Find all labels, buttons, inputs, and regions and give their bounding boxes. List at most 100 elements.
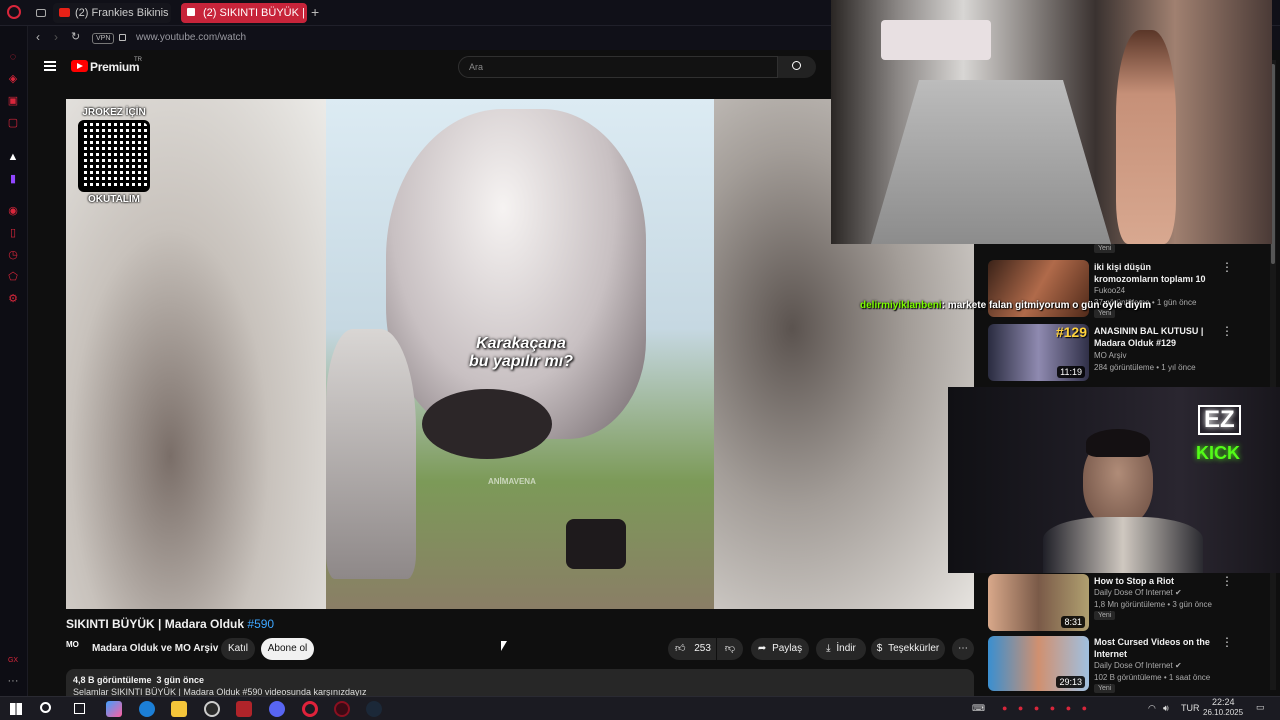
gx-label: GX — [7, 657, 19, 664]
suggestion-2-thumbnail[interactable]: #129 11:19 — [988, 324, 1089, 381]
chat-username: delirmiyiklanbeni — [860, 300, 942, 311]
notification-icon[interactable]: ▭ — [1256, 702, 1265, 713]
reload-icon[interactable]: ↻ — [71, 30, 80, 43]
wifi-icon[interactable]: ◠ — [1148, 703, 1156, 714]
instagram-icon[interactable]: ▢ — [6, 116, 20, 130]
more-icon[interactable]: ··· — [6, 674, 20, 688]
discord-icon[interactable] — [269, 701, 285, 717]
suggestion-3-channel[interactable]: Daily Dose Of Internet ✔ — [1094, 587, 1182, 598]
logo-text: Premium — [90, 60, 140, 74]
opera-logo-icon[interactable] — [7, 5, 21, 19]
settings-icon[interactable]: ⚙ — [6, 292, 20, 306]
suggestion-2-title[interactable]: ANASININ BAL KUTUSU | Madara Olduk #129 — [1094, 325, 1212, 349]
extensions-icon[interactable]: ⬠ — [6, 270, 20, 284]
youtube-logo-icon[interactable] — [71, 60, 88, 72]
tray-icons[interactable]: ● ● ● ● ● ● — [1002, 703, 1091, 713]
suggestion-1-menu-icon[interactable]: ⋮ — [1221, 261, 1233, 273]
opera-gx-taskbar-icon[interactable] — [334, 701, 350, 717]
suggestion-3-badge: Yeni — [1094, 611, 1116, 620]
suggestion-3-title[interactable]: How to Stop a Riot — [1094, 575, 1212, 587]
channel-name[interactable]: Madara Olduk ve MO Arşiv — [92, 643, 218, 654]
clock-date[interactable]: 26.10.2025 — [1203, 708, 1243, 717]
bag-icon[interactable]: ◈ — [6, 72, 20, 86]
keyboard-icon[interactable]: ⌨ — [972, 703, 985, 714]
suggestion-4-menu-icon[interactable]: ⋮ — [1221, 636, 1233, 648]
qr-code-icon — [78, 120, 150, 192]
share-button[interactable]: ➦ Paylaş — [751, 638, 809, 660]
file-explorer-icon[interactable] — [171, 701, 187, 717]
more-actions-button[interactable]: ⋯ — [952, 638, 974, 660]
opera-sidebar: ◌ ◈ ▣ ▢ ▲ ▮ ◉ ▯ ◷ ⬠ ⚙ GX ··· — [0, 26, 28, 696]
suggestion-3-duration: 8:31 — [1061, 616, 1085, 628]
suggestion-4-duration: 29:13 — [1056, 676, 1085, 688]
suggestion-2-duration: 11:19 — [1057, 366, 1085, 378]
description-preview: Selamlar SIKINTI BÜYÜK | Madara Olduk #5… — [73, 687, 367, 696]
suggestion-4-badge: Yeni — [1094, 684, 1116, 693]
menu-icon[interactable] — [44, 61, 56, 71]
description-box[interactable]: 4,8 B görüntüleme 3 gün önce Selamlar SI… — [66, 669, 974, 696]
voicemeeter-icon[interactable] — [236, 701, 252, 717]
suggestion-4-title[interactable]: Most Cursed Videos on the Internet — [1094, 636, 1212, 660]
clock-time[interactable]: 22:24 — [1212, 697, 1235, 707]
logo-superscript: TR — [134, 57, 142, 63]
back-icon[interactable]: ‹ — [36, 30, 40, 44]
vpn-badge[interactable]: VPN — [92, 33, 115, 44]
cow-body — [386, 109, 646, 439]
download-button[interactable]: ⤓ İndir — [816, 638, 866, 660]
video-title-tag[interactable]: #590 — [247, 617, 274, 631]
suggestion-1-title[interactable]: iki kişi düşün kromozomların toplamı 10 — [1094, 261, 1212, 285]
suggestion-3-menu-icon[interactable]: ⋮ — [1221, 575, 1233, 587]
suggestion-4-meta: 102 B görüntüleme • 1 saat önce — [1094, 673, 1211, 682]
tab-frankies-bikinis[interactable]: (2) Frankies Bikinis 4K Ur — [53, 3, 171, 23]
copilot-icon[interactable] — [106, 701, 122, 717]
neon-sign-ez: EZ — [1198, 405, 1241, 435]
tab-label: (2) SIKINTI BÜYÜK | M — [203, 7, 307, 19]
share-icon: ➦ — [757, 643, 767, 654]
suggestion-4-channel-name: Daily Dose Of Internet — [1094, 661, 1173, 670]
edge-icon[interactable] — [139, 701, 155, 717]
obs-icon[interactable] — [204, 701, 220, 717]
bookmark-icon[interactable]: ▯ — [6, 226, 20, 240]
task-view-icon[interactable] — [74, 703, 85, 714]
search-taskbar-icon[interactable] — [40, 702, 51, 713]
new-tab-plus-icon[interactable]: + — [311, 5, 319, 19]
tab-switcher-icon[interactable] — [36, 9, 46, 17]
suggestion-2-channel[interactable]: MO Arşiv — [1094, 350, 1126, 361]
search-button[interactable] — [778, 56, 816, 78]
aria-icon[interactable]: ◌ — [6, 50, 20, 64]
search-input[interactable]: Ara — [458, 56, 778, 78]
suggestion-2-menu-icon[interactable]: ⋮ — [1221, 325, 1233, 337]
messenger-icon[interactable]: ▣ — [6, 94, 20, 108]
suggestion-3-thumbnail[interactable]: 8:31 — [988, 574, 1089, 631]
steam-icon[interactable] — [366, 701, 382, 717]
history-icon[interactable]: ◷ — [6, 248, 20, 262]
dislike-icon: 👎︎ — [724, 643, 736, 654]
views-line: 4,8 B görüntüleme 3 gün önce — [73, 675, 205, 685]
windows-start-icon[interactable] — [10, 703, 22, 715]
opera-taskbar-icon[interactable] — [302, 701, 318, 717]
video-caption: Karakaçana bu yapılır mı? — [456, 335, 586, 371]
suggestion-4-thumbnail[interactable]: 29:13 — [988, 636, 1089, 691]
url-field[interactable]: www.youtube.com/watch — [136, 32, 246, 43]
like-icon: 👍︎ — [675, 643, 686, 654]
suggestion-4-channel[interactable]: Daily Dose Of Internet ✔ — [1094, 660, 1182, 671]
twitch-icon[interactable]: ▮ — [6, 172, 20, 186]
subscribe-button[interactable]: Abone ol — [261, 638, 314, 660]
runway-floor — [871, 80, 1111, 244]
forward-icon[interactable]: › — [54, 30, 58, 44]
runway-model — [1116, 30, 1176, 244]
dislike-button[interactable]: 👎︎ — [717, 638, 743, 660]
language-indicator[interactable]: TUR — [1181, 703, 1200, 713]
qr-bottom-label: OKUTALIM — [87, 194, 141, 205]
suggestion-1-channel[interactable]: Fukoo24 — [1094, 285, 1125, 296]
aria-ai-icon[interactable]: ▲ — [6, 150, 20, 164]
channel-avatar[interactable]: MO — [66, 640, 86, 656]
volume-icon[interactable]: 🔊︎ — [1163, 703, 1169, 714]
join-button[interactable]: Katıl — [221, 638, 255, 660]
tab-sikinti-buyuk[interactable]: (2) SIKINTI BÜYÜK | M — [181, 3, 307, 23]
player-icon[interactable]: ◉ — [6, 204, 20, 218]
like-button[interactable]: 👍︎ 253 — [668, 638, 716, 660]
thanks-button[interactable]: $ Teşekkürler — [871, 638, 945, 660]
lock-icon — [119, 34, 126, 41]
tab-label: (2) Frankies Bikinis 4K Ur — [75, 7, 171, 19]
